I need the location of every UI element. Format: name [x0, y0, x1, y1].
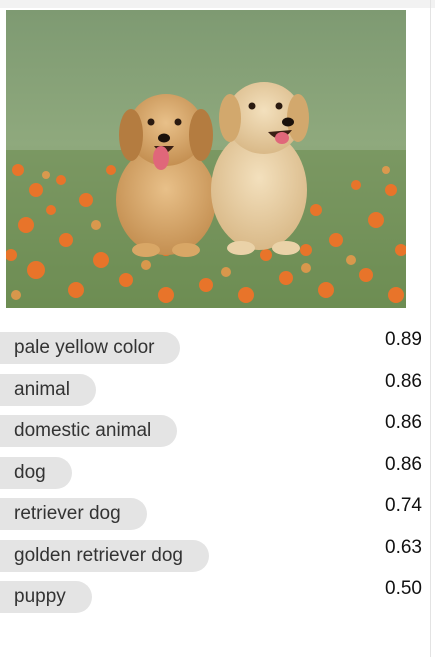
tag-score: 0.86 — [385, 453, 422, 475]
tag-row: golden retriever dog 0.63 — [0, 536, 430, 582]
puppies-photo — [6, 10, 406, 308]
tag-pill[interactable]: puppy — [0, 581, 92, 613]
tag-row: pale yellow color 0.89 — [0, 329, 430, 374]
top-strip — [0, 0, 435, 8]
tag-row: puppy 0.50 — [0, 578, 430, 623]
tag-pill[interactable]: dog — [0, 456, 72, 489]
tag-row: retriever dog 0.74 — [0, 495, 430, 540]
tag-pill[interactable]: animal — [0, 373, 96, 406]
tag-row: domestic animal 0.86 — [0, 412, 430, 457]
tag-pill[interactable]: golden retriever dog — [0, 539, 209, 572]
tag-row: dog 0.86 — [0, 453, 430, 499]
panel-divider — [430, 0, 431, 657]
tag-score: 0.63 — [385, 536, 422, 558]
tag-list: pale yellow color 0.89 animal 0.86 domes… — [0, 329, 430, 623]
tag-pill[interactable]: retriever dog — [0, 498, 147, 530]
tag-score: 0.86 — [385, 412, 422, 433]
tag-score: 0.86 — [385, 370, 422, 392]
tag-row: animal 0.86 — [0, 370, 430, 416]
tag-score: 0.89 — [385, 329, 422, 350]
tag-pill[interactable]: pale yellow color — [0, 332, 181, 364]
tag-pill[interactable]: domestic animal — [0, 415, 178, 447]
puppies-photo-illustration — [6, 10, 406, 308]
tag-score: 0.50 — [385, 578, 422, 599]
tag-score: 0.74 — [385, 495, 422, 516]
